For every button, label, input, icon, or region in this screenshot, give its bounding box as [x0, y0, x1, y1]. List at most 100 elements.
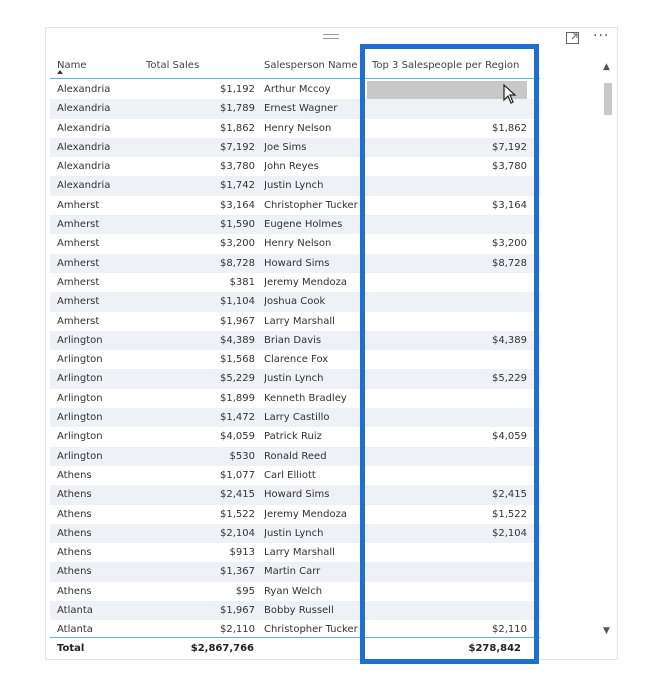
total-sales-value: $2,867,766: [190, 643, 254, 654]
cell-salesperson: Bobby Russell: [264, 605, 334, 617]
cell-total-sales: $4,059: [220, 431, 255, 443]
cell-salesperson: Howard Sims: [264, 257, 330, 269]
cell-name: Alexandria: [57, 103, 111, 115]
cell-salesperson: Arthur Mccoy: [264, 84, 331, 95]
cell-salesperson: Larry Marshall: [264, 315, 335, 327]
cell-salesperson: Ryan Welch: [264, 585, 323, 597]
cell-name: Alexandria: [57, 122, 111, 134]
cell-total-sales: $1,367: [220, 566, 255, 578]
cell-salesperson: Jeremy Mendoza: [264, 508, 347, 520]
cell-total-sales: $1,742: [220, 180, 255, 192]
cell-total-sales: $3,780: [220, 161, 255, 173]
cell-name: Arlington: [57, 450, 103, 462]
cell-salesperson: Carl Elliott: [264, 469, 316, 481]
total-label: Total: [57, 643, 85, 654]
cell-salesperson: Clarence Fox: [264, 354, 329, 366]
focus-mode-icon[interactable]: [566, 32, 579, 44]
cell-total-sales: $1,590: [220, 219, 255, 231]
cell-name: Amherst: [57, 199, 100, 211]
cell-total-sales: $8,728: [220, 257, 255, 269]
cell-total-sales: $3,164: [220, 199, 255, 211]
cell-total-sales: $3,200: [220, 238, 255, 250]
vertical-scrollbar-thumb[interactable]: [604, 83, 612, 115]
cell-name: Arlington: [57, 334, 103, 346]
cell-name: Alexandria: [57, 141, 111, 153]
cell-name: Amherst: [57, 238, 100, 250]
cell-salesperson: Martin Carr: [264, 566, 321, 578]
cell-salesperson: Ronald Reed: [264, 450, 327, 462]
cell-total-sales: $530: [229, 450, 255, 462]
cell-total-sales: $1,104: [220, 296, 255, 308]
cell-salesperson: Eugene Holmes: [264, 219, 343, 231]
column-header-salesperson[interactable]: Salesperson Name: [264, 60, 358, 71]
cell-name: Amherst: [57, 257, 100, 269]
cell-total-sales: $2,104: [220, 527, 255, 539]
cell-total-sales: $4,389: [220, 334, 255, 346]
cell-name: Athens: [57, 469, 92, 481]
cell-name: Amherst: [57, 296, 100, 308]
cell-name: Alexandria: [57, 180, 111, 192]
cell-total-sales: $1,967: [220, 605, 255, 617]
cell-total-sales: $1,522: [220, 508, 255, 520]
cell-salesperson: Kenneth Bradley: [264, 392, 347, 404]
cell-name: Arlington: [57, 392, 103, 404]
cell-name: Athens: [57, 527, 92, 539]
cell-name: Atlanta: [57, 624, 93, 636]
cell-total-sales: $1,862: [220, 122, 255, 134]
cell-salesperson: Howard Sims: [264, 489, 330, 501]
cell-salesperson: Joe Sims: [264, 141, 307, 153]
cell-name: Amherst: [57, 219, 100, 231]
column-highlight-frame: [360, 44, 539, 664]
cell-total-sales: $913: [229, 547, 255, 559]
column-header-total-sales[interactable]: Total Sales: [146, 60, 199, 71]
cell-name: Amherst: [57, 276, 100, 288]
cell-salesperson: Henry Nelson: [264, 122, 332, 134]
cell-name: Alexandria: [57, 161, 111, 173]
scroll-down-icon[interactable]: ▼: [603, 626, 610, 636]
cell-name: Arlington: [57, 431, 103, 443]
mouse-pointer-icon: [503, 84, 517, 104]
cell-total-sales: $7,192: [220, 141, 255, 153]
cell-salesperson: Christopher Tucker: [264, 624, 358, 636]
cell-salesperson: Henry Nelson: [264, 238, 332, 250]
cell-salesperson: Justin Lynch: [264, 373, 324, 385]
cell-name: Atlanta: [57, 605, 93, 617]
cell-name: Athens: [57, 585, 92, 597]
cell-total-sales: $1,472: [220, 412, 255, 424]
cell-salesperson: Larry Marshall: [264, 547, 335, 559]
cell-name: Athens: [57, 566, 92, 578]
cell-salesperson: Larry Castillo: [264, 412, 330, 424]
cell-total-sales: $1,192: [220, 84, 255, 95]
cell-salesperson: Jeremy Mendoza: [264, 276, 347, 288]
cell-name: Arlington: [57, 354, 103, 366]
cell-name: Athens: [57, 508, 92, 520]
cell-total-sales: $381: [229, 276, 255, 288]
scroll-up-icon[interactable]: ▲: [603, 62, 610, 72]
sort-ascending-icon[interactable]: [57, 70, 63, 74]
cell-salesperson: Justin Lynch: [264, 180, 324, 192]
cell-total-sales: $2,415: [220, 489, 255, 501]
cell-salesperson: Brian Davis: [264, 334, 322, 346]
cell-salesperson: Patrick Ruiz: [264, 431, 322, 443]
more-options-icon[interactable]: ···: [593, 29, 609, 43]
cell-salesperson: Joshua Cook: [264, 296, 326, 308]
cell-total-sales: $1,077: [220, 469, 255, 481]
drag-handle-icon[interactable]: [323, 34, 339, 40]
cell-total-sales: $5,229: [220, 373, 255, 385]
cell-total-sales: $1,789: [220, 103, 255, 115]
cell-name: Amherst: [57, 315, 100, 327]
cell-total-sales: $1,568: [220, 354, 255, 366]
cell-name: Arlington: [57, 412, 103, 424]
cell-name: Athens: [57, 547, 92, 559]
cell-total-sales: $2,110: [220, 624, 255, 636]
cell-salesperson: Ernest Wagner: [264, 103, 338, 115]
cell-total-sales: $95: [235, 585, 255, 597]
cell-name: Athens: [57, 489, 92, 501]
cell-name: Alexandria: [57, 84, 111, 95]
cell-salesperson: Christopher Tucker: [264, 199, 358, 211]
cell-salesperson: Justin Lynch: [264, 527, 324, 539]
cell-name: Arlington: [57, 373, 103, 385]
cell-total-sales: $1,967: [220, 315, 255, 327]
cell-total-sales: $1,899: [220, 392, 255, 404]
cell-salesperson: John Reyes: [264, 161, 319, 173]
